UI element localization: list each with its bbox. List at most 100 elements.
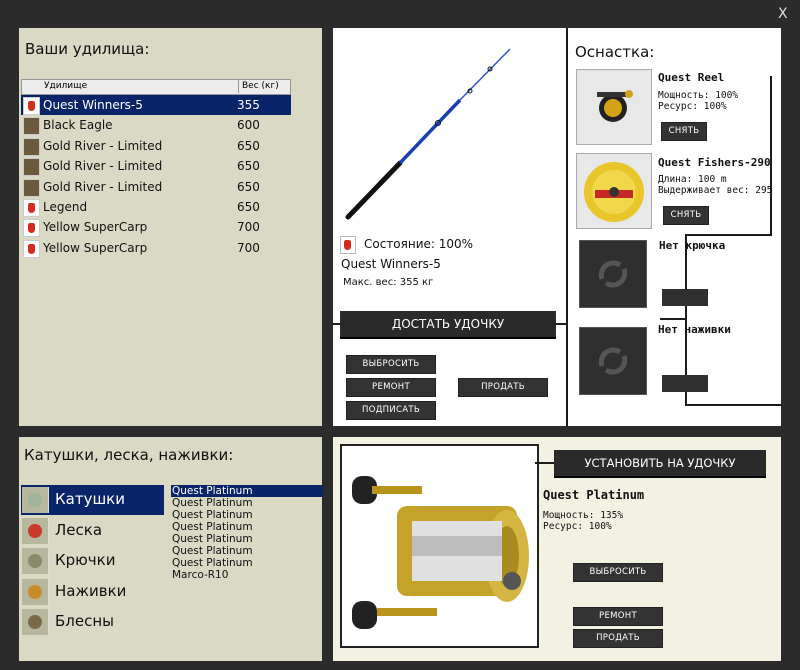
- rod-name-cell: Quest Winners-5: [43, 98, 143, 112]
- reel-image: [352, 476, 529, 629]
- rod-name-cell: Gold River - Limited: [43, 179, 163, 194]
- rod-weight-cell: 650: [237, 159, 260, 174]
- inventory-item[interactable]: Marco-R10: [171, 569, 323, 581]
- rod-row[interactable]: Yellow SuperCarp 700: [21, 238, 291, 258]
- rod-max-weight: Макс. вес: 355 кг: [343, 277, 434, 288]
- rod-icon: [23, 178, 40, 197]
- rod-name-cell: Gold River - Limited: [43, 159, 163, 174]
- bait-action-button[interactable]: [662, 375, 708, 392]
- category-1[interactable]: Леска: [21, 516, 164, 546]
- rod-row[interactable]: Gold River - Limited 650: [21, 156, 291, 177]
- take-rod-button[interactable]: ДОСТАТЬ УДОЧКУ: [340, 311, 556, 337]
- rods-panel-title: Ваши удилища:: [25, 40, 150, 58]
- rod-weight-cell: 700: [237, 240, 260, 255]
- tackle-connector-bottom: [685, 404, 782, 406]
- hook-empty-label: Нет крючка: [659, 239, 726, 252]
- rod-icon: [23, 137, 40, 156]
- category-4[interactable]: Блесны: [21, 607, 164, 637]
- repair-item-button[interactable]: РЕМОНТ: [573, 607, 663, 626]
- sell-rod-button[interactable]: ПРОДАТЬ: [458, 378, 548, 397]
- install-on-rod-button[interactable]: УСТАНОВИТЬ НА УДОЧКУ: [554, 450, 766, 476]
- line-name: Quest Fishers-290: [658, 156, 771, 169]
- rod-image: [345, 48, 511, 220]
- rod-weight-cell: 650: [237, 179, 260, 194]
- line-length: Длина: 100 m: [658, 174, 727, 185]
- sell-item-button[interactable]: ПРОДАТЬ: [573, 629, 663, 648]
- rod-name-cell: Gold River - Limited: [43, 138, 163, 153]
- reel-name: Quest Reel: [658, 71, 725, 84]
- inventory-item[interactable]: Quest Platinum: [171, 533, 323, 545]
- close-button[interactable]: X: [778, 6, 788, 22]
- rod-row[interactable]: Quest Winners-5 355: [21, 95, 291, 116]
- rod-row[interactable]: Gold River - Limited 650: [21, 177, 291, 197]
- tackle-title: Оснастка:: [575, 43, 655, 61]
- hook-icon: [22, 548, 49, 574]
- category-0[interactable]: Катушки: [21, 485, 164, 515]
- inventory-title: Катушки, леска, наживки:: [24, 446, 234, 464]
- rod-name-cell: Black Eagle: [43, 118, 113, 133]
- bait-slot[interactable]: [579, 327, 647, 395]
- col-weight-header[interactable]: Вес (кг): [238, 80, 279, 93]
- inventory-item[interactable]: Quest Platinum: [171, 485, 323, 497]
- rod-weight-cell: 700: [237, 220, 260, 235]
- rod-row[interactable]: Yellow SuperCarp 700: [21, 217, 291, 238]
- item-power: Мощность: 135%: [543, 510, 624, 521]
- install-connector: [535, 462, 555, 464]
- remove-reel-button[interactable]: СНЯТЬ: [661, 122, 707, 141]
- rods-table-header: Удилище Вес (кг): [21, 79, 291, 95]
- rods-table: Удилище Вес (кг) Quest Winners-5 355 Black…: [21, 79, 291, 258]
- category-3[interactable]: Наживки: [21, 577, 164, 607]
- tackle-connector-hook: [685, 234, 772, 236]
- rod-weight-cell: 650: [237, 199, 260, 214]
- rod-condition: Состояние: 100%: [364, 237, 474, 251]
- rod-name-cell: Yellow SuperCarp: [43, 220, 148, 235]
- item-name: Quest Platinum: [543, 488, 645, 502]
- category-2[interactable]: Крючки: [21, 546, 164, 576]
- bait-empty-label: Нет наживки: [658, 323, 731, 336]
- rod-name-cell: Legend: [43, 199, 88, 214]
- repair-rod-button[interactable]: РЕМОНТ: [346, 378, 436, 397]
- remove-line-button[interactable]: СНЯТЬ: [663, 206, 709, 225]
- rod-weight-cell: 650: [237, 138, 260, 153]
- sign-rod-button[interactable]: ПОДПИСАТЬ: [346, 401, 436, 420]
- rod-name: Quest Winners-5: [341, 257, 441, 271]
- line-spool-icon: [22, 517, 49, 544]
- category-label: Катушки: [55, 490, 125, 508]
- inventory-item[interactable]: Quest Platinum: [171, 509, 323, 521]
- bait-icon: [22, 578, 49, 605]
- rod-icon: [23, 117, 40, 136]
- category-label: Леска: [55, 520, 103, 539]
- inventory-item[interactable]: Quest Platinum: [171, 545, 323, 557]
- reel-icon: [22, 487, 49, 513]
- rod-row[interactable]: Gold River - Limited 650: [21, 136, 291, 156]
- red-float-icon: [23, 239, 40, 258]
- rod-weight-cell: 355: [237, 98, 260, 112]
- category-label: Блесны: [55, 612, 115, 630]
- red-float-icon: [23, 219, 40, 238]
- lure-icon: [22, 609, 49, 635]
- rod-icon: [23, 158, 40, 177]
- rod-name-cell: Yellow SuperCarp: [43, 240, 148, 255]
- swap-icon: [598, 260, 628, 288]
- item-resource: Ресурс: 100%: [543, 521, 612, 532]
- tackle-connector-left: [566, 28, 568, 426]
- inventory-item[interactable]: Quest Platinum: [171, 521, 323, 533]
- swap-icon: [598, 347, 628, 375]
- throw-rod-button[interactable]: ВЫБРОСИТЬ: [346, 355, 436, 374]
- line-thumbnail[interactable]: [576, 153, 652, 229]
- category-label: Крючки: [55, 551, 116, 569]
- red-float-icon: [23, 198, 40, 217]
- hook-action-button[interactable]: [662, 289, 708, 306]
- rod-row[interactable]: Legend 650: [21, 197, 291, 217]
- category-label: Наживки: [55, 581, 127, 600]
- throw-item-button[interactable]: ВЫБРОСИТЬ: [573, 563, 663, 582]
- reel-thumbnail[interactable]: [576, 69, 652, 145]
- rod-weight-cell: 600: [237, 118, 260, 133]
- inventory-item[interactable]: Quest Platinum: [171, 557, 323, 569]
- line-holds-weight: Выдерживает вес: 295: [658, 185, 773, 196]
- rod-row[interactable]: Black Eagle 600: [21, 115, 291, 136]
- col-rod-header[interactable]: Удилище: [44, 81, 87, 91]
- hook-slot[interactable]: [579, 240, 647, 308]
- inventory-item[interactable]: Quest Platinum: [171, 497, 323, 509]
- rod-condition-icon: [340, 236, 356, 254]
